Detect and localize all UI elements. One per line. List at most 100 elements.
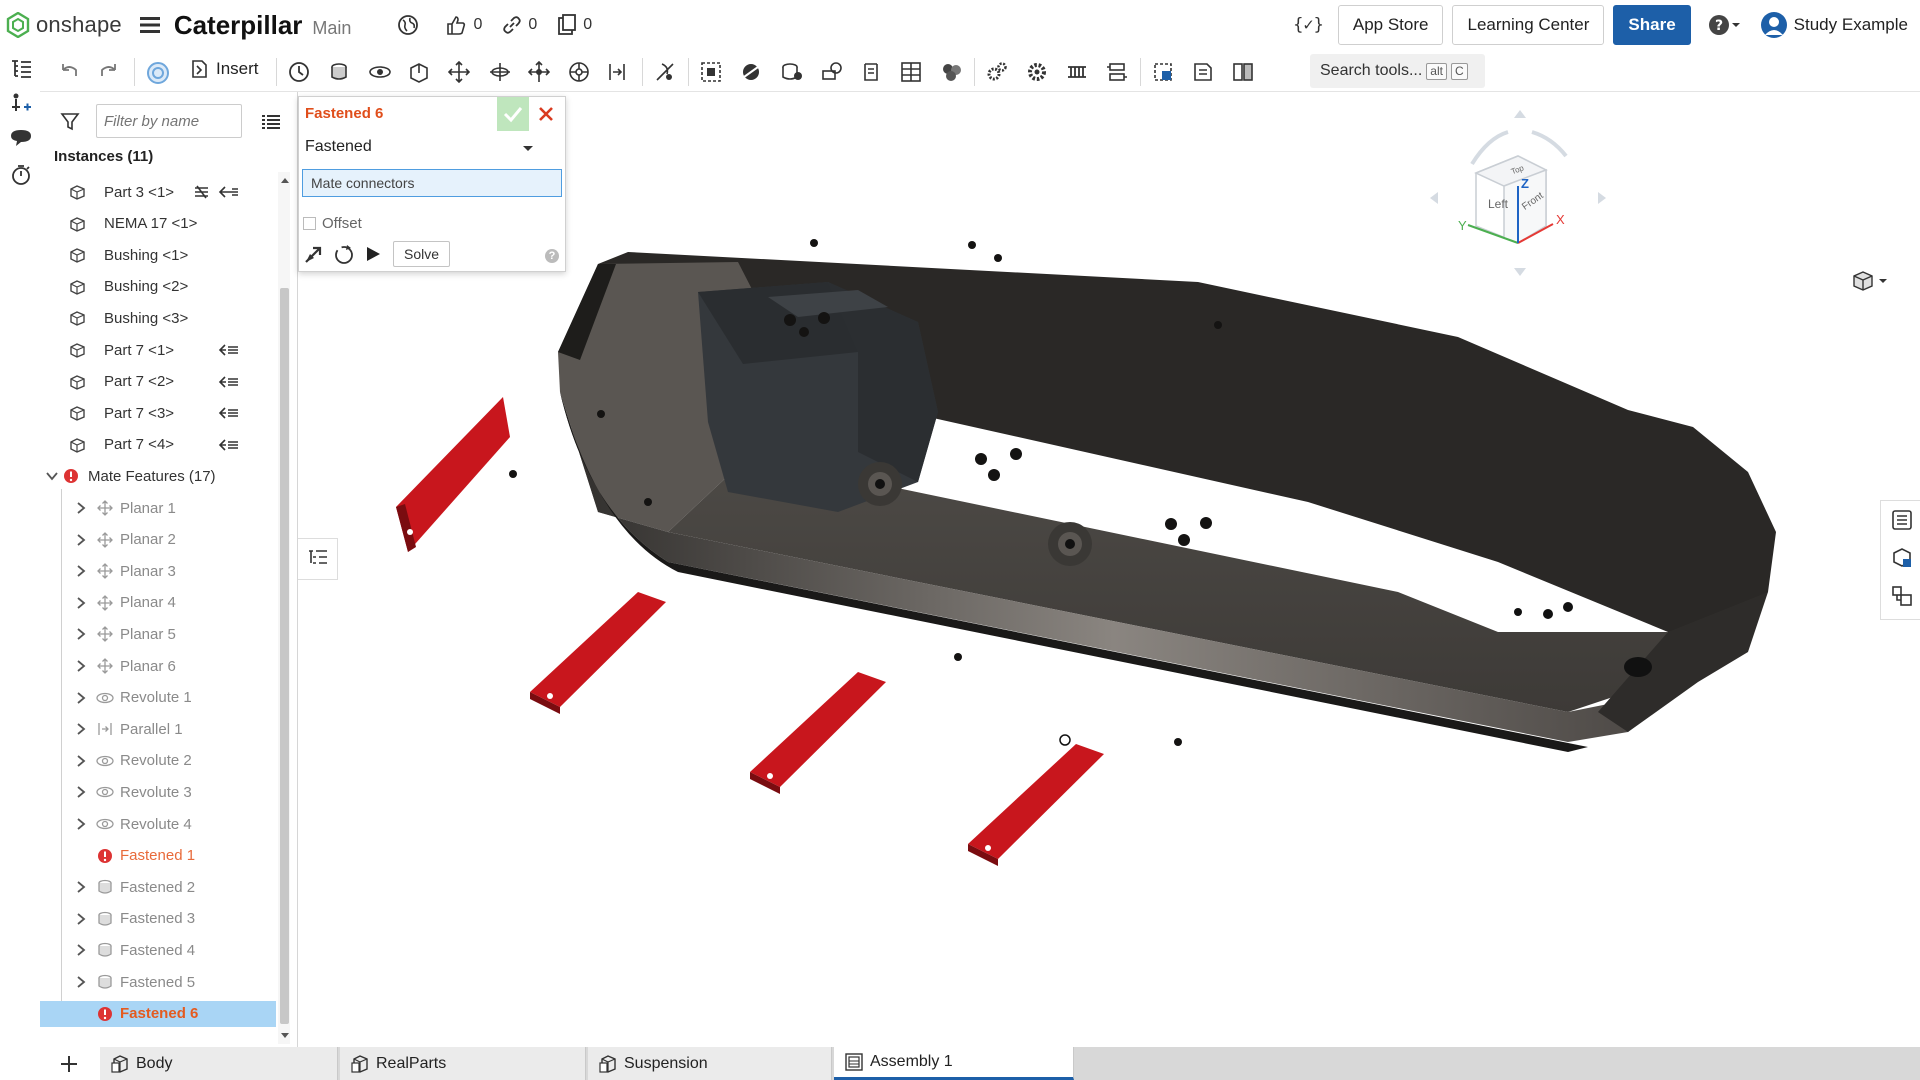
appearance-panel-button[interactable] (1891, 547, 1913, 569)
bom-panel-button[interactable] (1891, 585, 1913, 607)
branch-name[interactable]: Main (312, 18, 351, 39)
mate-feature-row[interactable]: Planar 3 (40, 558, 276, 584)
instance-row[interactable]: Part 7 <4> (40, 432, 276, 458)
learning-center-button[interactable]: Learning Center (1452, 5, 1605, 45)
mate-feature-row[interactable]: Revolute 3 (40, 779, 276, 805)
replicate-tool[interactable] (288, 61, 310, 83)
filter-icon[interactable] (60, 112, 80, 132)
variables-icon[interactable]: {✓} (1293, 15, 1324, 35)
app-store-button[interactable]: App Store (1337, 5, 1444, 45)
screw-relation-tool[interactable] (820, 61, 842, 83)
collapse-list-toggle[interactable] (298, 538, 338, 580)
instance-row[interactable]: Part 3 <1> (40, 179, 276, 205)
filter-input[interactable] (96, 104, 242, 138)
mate-feature-row[interactable]: Revolute 4 (40, 811, 276, 837)
solve-button[interactable]: Solve (393, 241, 451, 267)
instance-row[interactable]: Bushing <1> (40, 242, 276, 268)
flip-primary-axis-icon[interactable] (303, 243, 325, 265)
mate-connector-rail-button[interactable] (10, 92, 32, 114)
search-tools-input[interactable]: Search tools... alt C (1310, 54, 1485, 88)
dialog-help-icon[interactable]: ? (545, 249, 559, 263)
history-button[interactable] (10, 164, 32, 186)
slider-mate-tool[interactable] (408, 61, 430, 83)
mate-feature-row[interactable]: Parallel 1 (40, 716, 276, 742)
copy-counter[interactable]: 0 (557, 14, 592, 36)
leg-part7-back[interactable] (396, 397, 510, 552)
mate-features-group[interactable]: Mate Features (17) (40, 463, 276, 489)
tree-scrollbar-thumb[interactable] (280, 288, 289, 1024)
properties-panel-button[interactable] (1891, 509, 1913, 531)
add-tab-icon[interactable] (60, 1055, 78, 1073)
view-cube[interactable]: Left Front Top Y X Z (1428, 108, 1608, 278)
named-position-tool[interactable] (1152, 61, 1174, 83)
reorient-secondary-axis-icon[interactable] (333, 243, 355, 265)
instance-row[interactable]: Part 7 <2> (40, 369, 276, 395)
link-counter[interactable]: 0 (502, 15, 537, 35)
cylindrical-mate-tool[interactable] (488, 61, 510, 83)
mate-feature-row[interactable]: Revolute 2 (40, 748, 276, 774)
mate-group-tool[interactable] (900, 61, 922, 83)
mate-feature-row[interactable]: Planar 5 (40, 621, 276, 647)
mate-connector-tool[interactable] (700, 61, 722, 83)
play-animation-icon[interactable] (363, 244, 383, 264)
instance-row[interactable]: NEMA 17 <1> (40, 211, 276, 237)
pin-slot-mate-tool[interactable] (528, 61, 550, 83)
selected-mate-point[interactable] (1059, 734, 1071, 746)
rack-tool[interactable] (1066, 61, 1088, 83)
undo-button[interactable] (58, 61, 80, 83)
instance-row[interactable]: Part 7 <3> (40, 400, 276, 426)
linear-relation-tool[interactable] (860, 61, 882, 83)
instance-row[interactable]: Bushing <2> (40, 274, 276, 300)
fastened-mate-tool[interactable] (328, 61, 350, 83)
main-menu-button[interactable] (139, 16, 160, 34)
replace-tool[interactable] (1106, 61, 1128, 83)
ball-mate-tool[interactable] (568, 61, 590, 83)
scroll-up-icon[interactable] (280, 176, 290, 184)
linked-document-button[interactable] (146, 61, 169, 84)
mate-feature-row[interactable]: Fastened 1 (40, 843, 276, 869)
tab-suspension[interactable]: Suspension (588, 1047, 832, 1080)
list-view-icon[interactable] (262, 114, 280, 130)
section-view-tool[interactable] (1232, 61, 1254, 83)
offset-checkbox[interactable] (303, 217, 316, 230)
leg-part7-2[interactable] (750, 672, 886, 794)
scroll-down-icon[interactable] (280, 1032, 290, 1040)
help-menu[interactable]: ? (1708, 14, 1742, 36)
leg-part7-1[interactable] (530, 592, 666, 714)
bushing-2[interactable] (1048, 522, 1092, 566)
mate-feature-row[interactable]: Fastened 5 (40, 969, 276, 995)
document-title[interactable]: Caterpillar (174, 10, 303, 41)
mate-feature-row[interactable]: Fastened 4 (40, 937, 276, 963)
mate-feature-row[interactable]: Planar 6 (40, 653, 276, 679)
gear-tool[interactable] (986, 61, 1008, 83)
planar-mate-tool[interactable] (448, 61, 470, 83)
share-button[interactable]: Share (1613, 5, 1691, 45)
rack-pinion-tool[interactable] (780, 61, 802, 83)
mate-type-select[interactable]: Fastened (303, 133, 543, 161)
nema17-motor[interactable] (698, 282, 938, 512)
comments-button[interactable] (10, 128, 32, 148)
accept-button[interactable] (497, 97, 529, 131)
redo-button[interactable] (98, 61, 120, 83)
cancel-button[interactable] (535, 103, 557, 125)
instance-row[interactable]: Part 7 <1> (40, 337, 276, 363)
parallel-mate-tool[interactable] (606, 61, 628, 83)
public-globe-button[interactable] (397, 14, 425, 36)
mate-feature-row[interactable]: Fastened 2 (40, 874, 276, 900)
tab-realparts[interactable]: RealParts (340, 1047, 586, 1080)
explode-tool[interactable] (1192, 61, 1214, 83)
insert-button[interactable]: Insert (190, 59, 259, 79)
group-tool[interactable] (940, 61, 962, 83)
offset-checkbox-row[interactable]: Offset (303, 215, 362, 232)
tab-body[interactable]: Body (100, 1047, 338, 1080)
view-options-menu[interactable] (1852, 270, 1888, 292)
mate-connectors-field[interactable]: Mate connectors (302, 169, 562, 197)
like-counter[interactable]: 0 (445, 14, 482, 36)
bushing-1[interactable] (858, 462, 902, 506)
mate-feature-row[interactable]: Planar 2 (40, 527, 276, 553)
mate-feature-row[interactable]: Revolute 1 (40, 685, 276, 711)
feature-list-toggle[interactable] (10, 58, 32, 80)
mate-feature-row[interactable]: Fastened 3 (40, 906, 276, 932)
instance-row[interactable]: Bushing <3> (40, 305, 276, 331)
mate-feature-row[interactable]: Planar 4 (40, 590, 276, 616)
